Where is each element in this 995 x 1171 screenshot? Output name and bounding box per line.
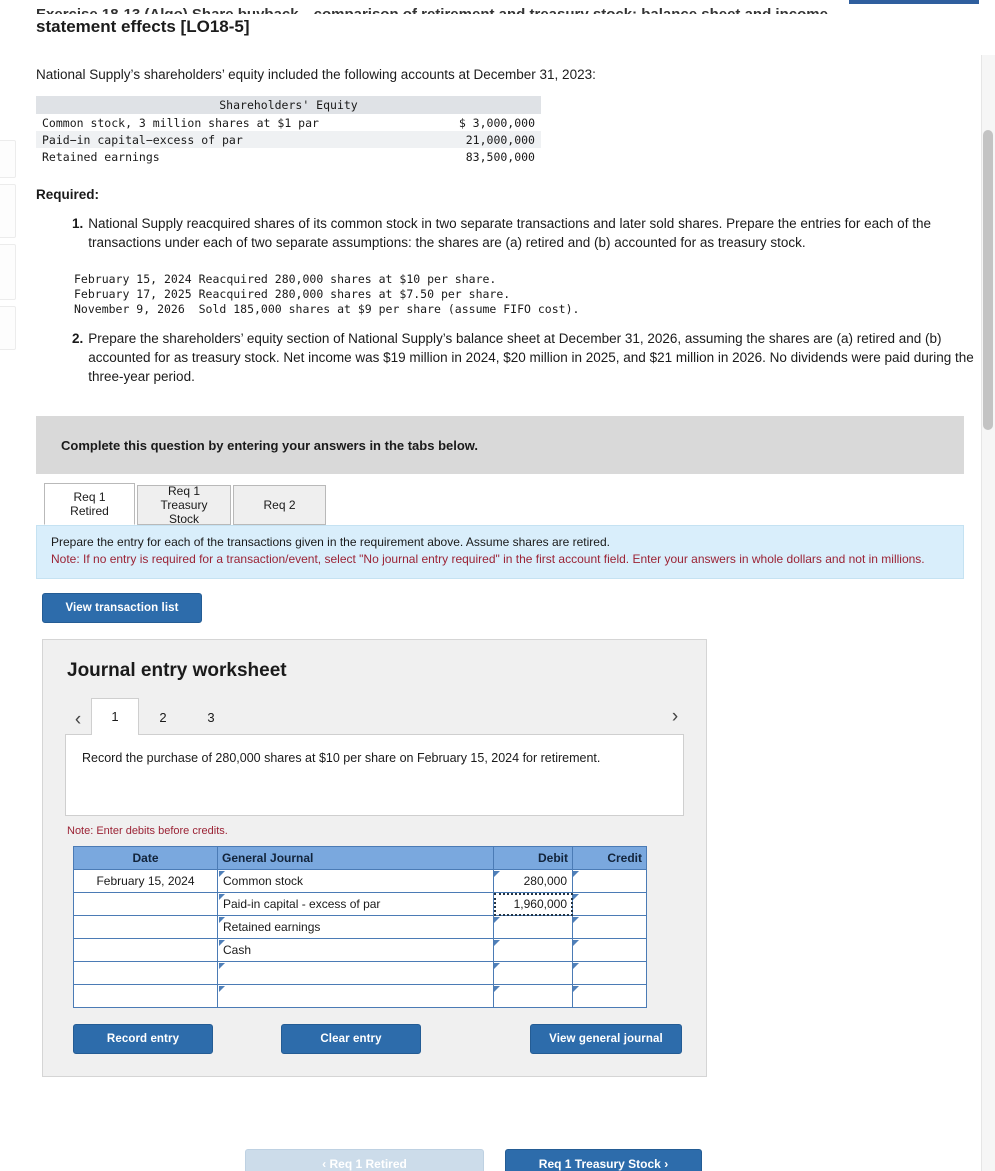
journal-cell-debit[interactable]: 280,000 <box>493 869 573 893</box>
equity-table-title: Shareholders' Equity <box>36 96 541 114</box>
requirement-1: 1. National Supply reacquired shares of … <box>72 214 982 252</box>
table-row <box>73 984 647 1008</box>
complete-question-banner: Complete this question by entering your … <box>36 416 964 474</box>
requirement-2: 2. Prepare the shareholders’ equity sect… <box>72 329 982 386</box>
table-row: Cash <box>73 938 647 962</box>
table-row: Paid-in capital - excess of par 1,960,00… <box>73 892 647 916</box>
instruction-panel: Prepare the entry for each of the transa… <box>36 525 964 579</box>
journal-cell-credit[interactable] <box>572 961 647 985</box>
journal-cell-credit[interactable] <box>572 892 647 916</box>
journal-cell-credit[interactable] <box>572 984 647 1008</box>
journal-header-date: Date <box>73 846 218 870</box>
vertical-scrollbar-thumb[interactable] <box>983 130 993 430</box>
equity-row-label: Common stock, 3 million shares at $1 par <box>42 115 319 130</box>
question-content: Exercise 18-13 (Algo) Share buyback—comp… <box>0 0 981 1077</box>
requirement-2-number: 2. <box>72 331 84 346</box>
journal-cell-credit[interactable] <box>572 869 647 893</box>
journal-cell-account[interactable]: Retained earnings <box>217 915 494 939</box>
shareholders-equity-table: Shareholders' Equity Common stock, 3 mil… <box>36 96 541 165</box>
journal-header-credit: Credit <box>572 846 647 870</box>
journal-cell-debit[interactable] <box>493 915 573 939</box>
instruction-note: Note: If no entry is required for a tran… <box>51 552 925 566</box>
journal-header-general-journal: General Journal <box>217 846 494 870</box>
journal-cell-date[interactable] <box>73 915 218 939</box>
journal-cell-account[interactable]: Common stock <box>217 869 494 893</box>
journal-cell-date[interactable] <box>73 938 218 962</box>
table-row: Retained earnings <box>73 915 647 939</box>
view-transaction-list-button[interactable]: View transaction list <box>42 593 202 623</box>
journal-header-row: Date General Journal Debit Credit <box>73 846 647 870</box>
vertical-scrollbar-track[interactable] <box>981 55 995 1171</box>
tab-req-1-retired-label: Req 1 Retired <box>70 490 109 518</box>
requirement-1-number: 1. <box>72 216 84 231</box>
clear-entry-label: Clear entry <box>320 1033 382 1045</box>
journal-entry-worksheet-panel: Journal entry worksheet ‹ 1 2 3 › Record… <box>42 639 707 1077</box>
table-row <box>73 961 647 985</box>
worksheet-page-1[interactable]: 1 <box>91 698 139 735</box>
journal-cell-debit[interactable] <box>493 961 573 985</box>
journal-cell-debit[interactable] <box>493 984 573 1008</box>
equity-row-amount: $ 3,000,000 <box>458 115 535 130</box>
view-general-journal-button[interactable]: View general journal <box>530 1024 682 1054</box>
next-req-button[interactable]: Req 1 Treasury Stock › <box>505 1149 702 1171</box>
tab-req-1-treasury-stock[interactable]: Req 1 Treasury Stock <box>137 484 231 526</box>
record-entry-button[interactable]: Record entry <box>73 1024 213 1054</box>
journal-cell-date[interactable] <box>73 961 218 985</box>
page-root: Exercise 18-13 (Algo) Share buyback—comp… <box>0 0 995 1171</box>
journal-cell-date[interactable] <box>73 984 218 1008</box>
prev-req-label: ‹ Req 1 Retired <box>322 1157 407 1171</box>
equity-row: Common stock, 3 million shares at $1 par… <box>36 114 541 131</box>
bottom-navigation: ‹ Req 1 Retired Req 1 Treasury Stock › <box>0 1149 981 1171</box>
journal-cell-date[interactable] <box>73 892 218 916</box>
journal-cell-debit[interactable]: 1,960,000 <box>493 892 573 916</box>
clear-entry-button[interactable]: Clear entry <box>281 1024 421 1054</box>
worksheet-title: Journal entry worksheet <box>67 660 287 681</box>
journal-cell-date[interactable]: February 15, 2024 <box>73 869 218 893</box>
record-entry-label: Record entry <box>106 1033 180 1045</box>
instruction-line-1: Prepare the entry for each of the transa… <box>51 535 610 549</box>
worksheet-page-2[interactable]: 2 <box>139 700 187 735</box>
tab-req-2[interactable]: Req 2 <box>233 485 326 525</box>
transaction-dates-list: February 15, 2024 Reacquired 280,000 sha… <box>74 272 580 316</box>
journal-cell-account[interactable]: Cash <box>217 938 494 962</box>
equity-row-label: Paid−in capital−excess of par <box>36 131 391 148</box>
journal-cell-account[interactable]: Paid-in capital - excess of par <box>217 892 494 916</box>
prev-req-button[interactable]: ‹ Req 1 Retired <box>245 1149 484 1171</box>
table-row: February 15, 2024 Common stock 280,000 <box>73 869 647 893</box>
journal-cell-credit[interactable] <box>572 915 647 939</box>
journal-cell-account[interactable] <box>217 961 494 985</box>
view-transaction-list-label: View transaction list <box>65 602 179 614</box>
clipped-exercise-heading: Exercise 18-13 (Algo) Share buyback—comp… <box>36 0 981 14</box>
journal-cell-debit[interactable] <box>493 938 573 962</box>
worksheet-action-buttons: Record entry Clear entry View general jo… <box>65 1024 684 1054</box>
equity-row: Paid−in capital−excess of par 21,000,000 <box>36 131 541 148</box>
equity-row-amount: 83,500,000 <box>465 149 535 164</box>
requirement-tabs: Req 1 Retired Req 1 Treasury Stock Req 2 <box>44 483 981 526</box>
requirement-1-text: National Supply reacquired shares of its… <box>88 216 931 250</box>
worksheet-page-3[interactable]: 3 <box>187 700 235 735</box>
equity-row-amount: 21,000,000 <box>391 131 541 148</box>
required-label: Required: <box>36 187 100 202</box>
chevron-left-icon[interactable]: ‹ <box>65 705 91 735</box>
requirement-2-text: Prepare the shareholders’ equity section… <box>88 331 974 384</box>
tab-req-2-label: Req 2 <box>263 498 296 512</box>
page-title: statement effects [LO18-5] <box>36 17 250 36</box>
journal-cell-credit[interactable] <box>572 938 647 962</box>
journal-cell-account[interactable] <box>217 984 494 1008</box>
debits-before-credits-note: Note: Enter debits before credits. <box>67 825 228 837</box>
next-req-label: Req 1 Treasury Stock › <box>538 1157 669 1171</box>
worksheet-prompt: Record the purchase of 280,000 shares at… <box>65 734 684 816</box>
equity-row-label: Retained earnings <box>42 149 160 164</box>
view-general-journal-label: View general journal <box>549 1033 663 1045</box>
equity-table-header-row: Shareholders' Equity <box>36 96 541 114</box>
worksheet-pager: ‹ 1 2 3 › <box>65 698 684 735</box>
equity-row: Retained earnings 83,500,000 <box>36 148 541 165</box>
journal-entry-table: Date General Journal Debit Credit Februa… <box>73 846 647 1008</box>
chevron-right-icon[interactable]: › <box>662 702 688 732</box>
journal-header-debit: Debit <box>493 846 573 870</box>
question-intro: National Supply’s shareholders’ equity i… <box>36 67 596 82</box>
tab-req-1-retired[interactable]: Req 1 Retired <box>44 483 135 525</box>
tab-req-1-treasury-stock-label: Req 1 Treasury Stock <box>160 484 208 526</box>
